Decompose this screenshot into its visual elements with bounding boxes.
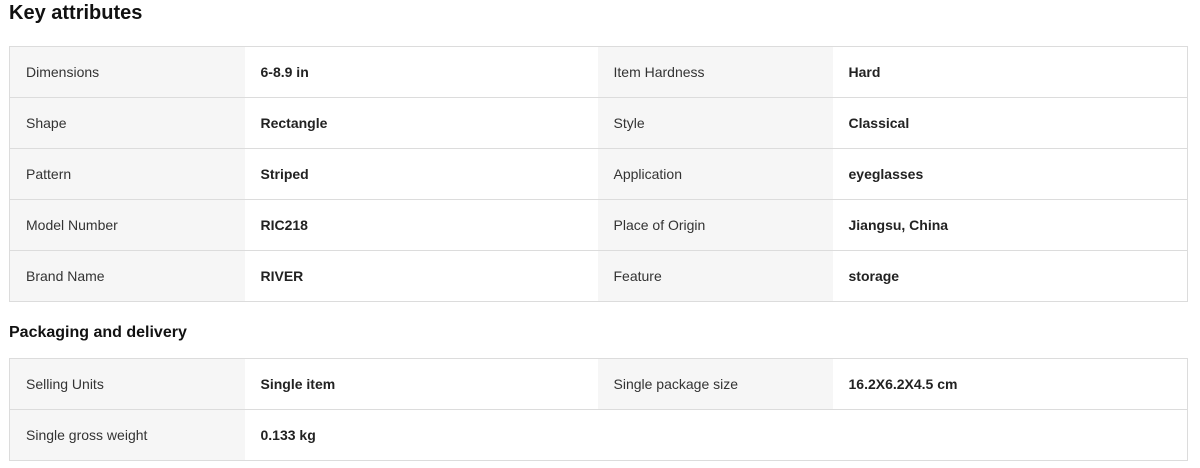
empty-cell [597, 409, 833, 461]
attribute-value: storage [832, 250, 1188, 302]
attribute-label: Brand Name [9, 250, 245, 302]
packaging-delivery-heading: Packaging and delivery [9, 324, 187, 341]
packaging-row-selling-units: Selling Units Single item Single package… [9, 358, 1188, 410]
attribute-label: Selling Units [9, 358, 245, 410]
attribute-label: Item Hardness [597, 46, 833, 98]
attribute-value: 16.2X6.2X4.5 cm [832, 358, 1188, 410]
attribute-label: Single gross weight [9, 409, 245, 461]
empty-cell [832, 409, 1188, 461]
attribute-label: Place of Origin [597, 199, 833, 251]
attribute-value: eyeglasses [832, 148, 1188, 200]
attribute-label: Shape [9, 97, 245, 149]
attribute-value: RIVER [244, 250, 598, 302]
attribute-row-dimensions: Dimensions 6-8.9 in Item Hardness Hard [9, 46, 1188, 98]
attribute-label: Single package size [597, 358, 833, 410]
attribute-value: RIC218 [244, 199, 598, 251]
packaging-row-gross-weight: Single gross weight 0.133 kg [9, 409, 1188, 461]
packaging-table: Selling Units Single item Single package… [9, 358, 1188, 461]
attribute-value: Hard [832, 46, 1188, 98]
attribute-row-model-number: Model Number RIC218 Place of Origin Jian… [9, 199, 1188, 251]
key-attributes-table: Dimensions 6-8.9 in Item Hardness Hard S… [9, 46, 1188, 302]
attribute-value: 6-8.9 in [244, 46, 598, 98]
attribute-value: Striped [244, 148, 598, 200]
attribute-value: Classical [832, 97, 1188, 149]
attribute-value: Rectangle [244, 97, 598, 149]
attribute-label: Style [597, 97, 833, 149]
attribute-value: 0.133 kg [244, 409, 598, 461]
attribute-value: Single item [244, 358, 598, 410]
attribute-row-shape: Shape Rectangle Style Classical [9, 97, 1188, 149]
key-attributes-heading: Key attributes [9, 2, 143, 24]
attribute-label: Model Number [9, 199, 245, 251]
attribute-value: Jiangsu, China [832, 199, 1188, 251]
attribute-label: Application [597, 148, 833, 200]
attribute-label: Pattern [9, 148, 245, 200]
attribute-row-brand-name: Brand Name RIVER Feature storage [9, 250, 1188, 302]
attribute-row-pattern: Pattern Striped Application eyeglasses [9, 148, 1188, 200]
attribute-label: Dimensions [9, 46, 245, 98]
attribute-label: Feature [597, 250, 833, 302]
